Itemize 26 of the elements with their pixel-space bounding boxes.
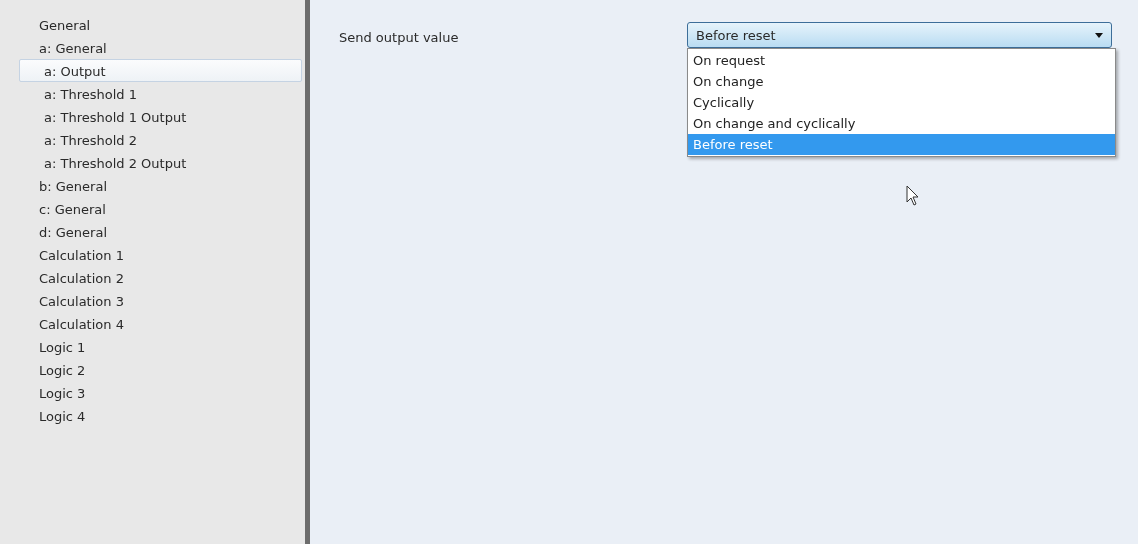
sidebar-item[interactable]: General bbox=[19, 13, 302, 36]
sidebar-item[interactable]: c: General bbox=[19, 197, 302, 220]
parameter-label: Send output value bbox=[339, 30, 460, 45]
dropdown[interactable]: Before reset bbox=[687, 22, 1112, 48]
pointer-icon bbox=[906, 185, 920, 206]
sidebar-item[interactable]: Calculation 3 bbox=[19, 289, 302, 312]
sidebar-item[interactable]: Logic 2 bbox=[19, 358, 302, 381]
dropdown-option[interactable]: On request bbox=[688, 50, 1115, 71]
sidebar-item[interactable]: a: Threshold 1 bbox=[19, 82, 302, 105]
sidebar-item[interactable]: Calculation 4 bbox=[19, 312, 302, 335]
sidebar-item[interactable]: Calculation 1 bbox=[19, 243, 302, 266]
sidebar-item[interactable]: a: Output bbox=[19, 59, 302, 82]
sidebar-item[interactable]: d: General bbox=[19, 220, 302, 243]
sidebar-item[interactable]: a: Threshold 2 Output bbox=[19, 151, 302, 174]
caret-icon bbox=[1095, 32, 1103, 38]
sidebar-item[interactable]: a: General bbox=[19, 36, 302, 59]
dropdown-option[interactable]: On change bbox=[688, 71, 1115, 92]
sidebar-item[interactable]: a: Threshold 1 Output bbox=[19, 105, 302, 128]
sidebar-item[interactable]: Logic 3 bbox=[19, 381, 302, 404]
sidebar-item[interactable]: a: Threshold 2 bbox=[19, 128, 302, 151]
sidebar-item[interactable]: Calculation 2 bbox=[19, 266, 302, 289]
sidebar-item[interactable]: b: General bbox=[19, 174, 302, 197]
dropdown-option[interactable]: On change and cyclically bbox=[688, 113, 1115, 134]
dropdown-option[interactable]: Cyclically bbox=[688, 92, 1115, 113]
sidebar-item[interactable]: Logic 1 bbox=[19, 335, 302, 358]
sidebar-item[interactable]: Logic 4 bbox=[19, 404, 302, 427]
